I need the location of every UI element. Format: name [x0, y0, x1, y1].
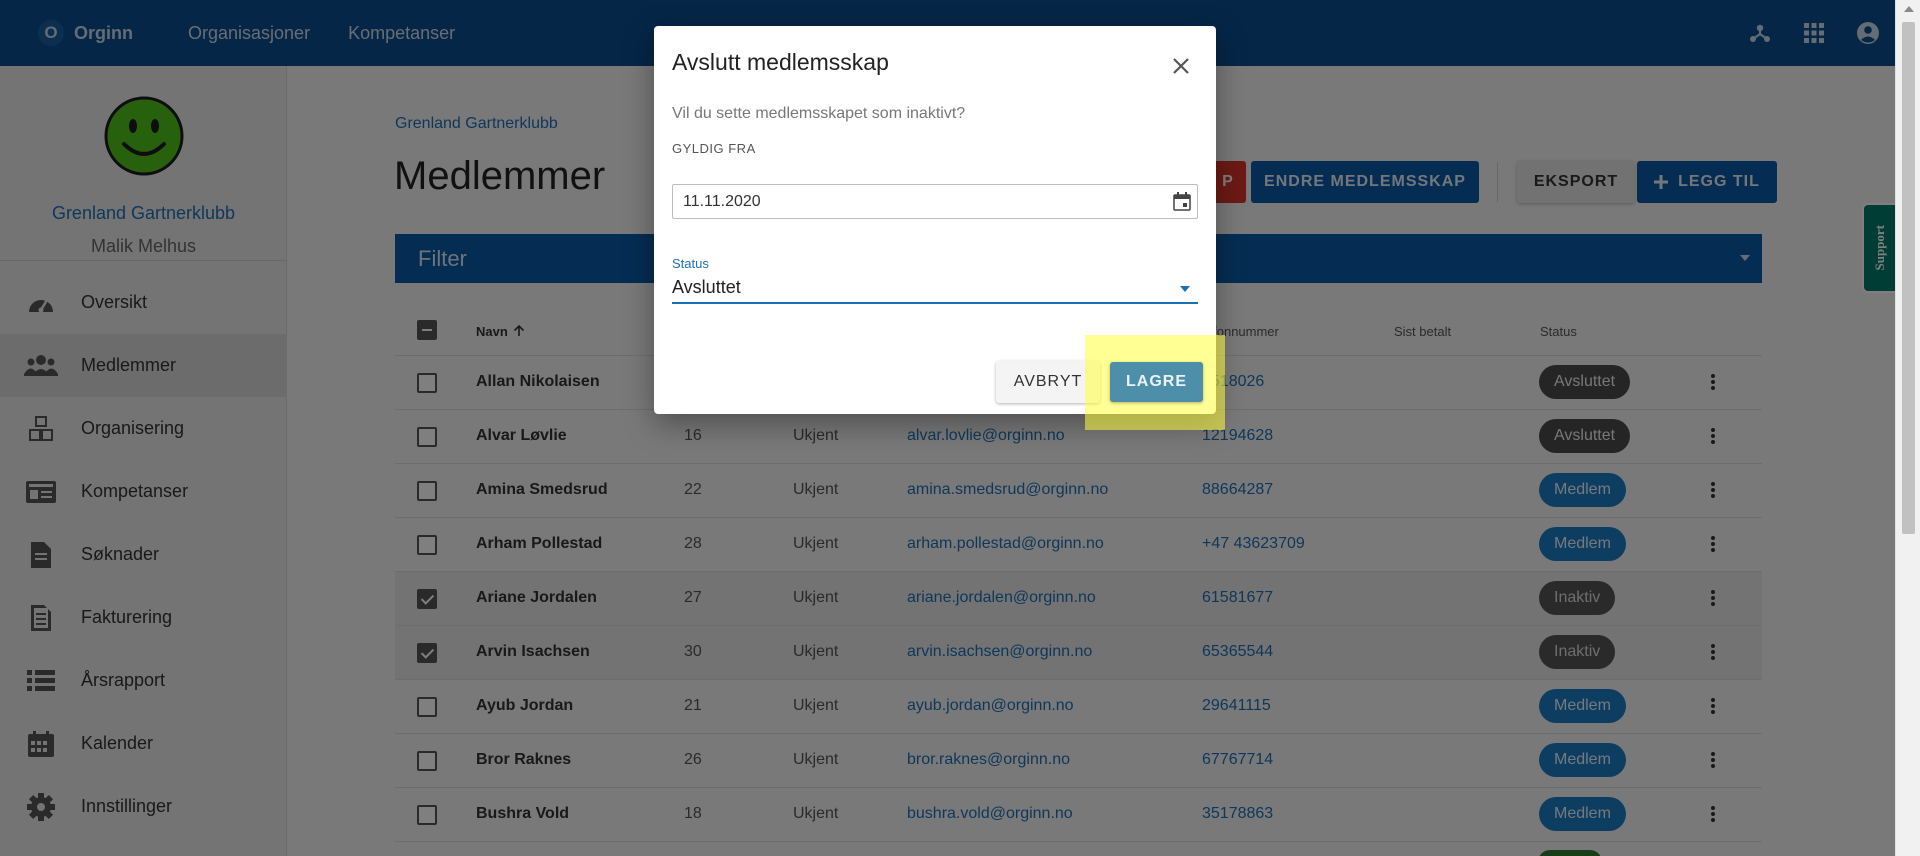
status-select[interactable]: Avsluttet [672, 274, 1198, 304]
date-field-label: GYLDIG FRA [672, 141, 756, 156]
status-select-value: Avsluttet [672, 277, 741, 297]
scrollbar-thumb[interactable] [1902, 22, 1915, 534]
dialog-title: Avslutt medlemsskap [672, 49, 889, 75]
scroll-up-arrow-icon[interactable] [1904, 6, 1914, 12]
chevron-down-icon [1180, 286, 1190, 292]
save-button[interactable]: LAGRE [1110, 362, 1203, 402]
page-scrollbar[interactable] [1895, 0, 1920, 856]
close-icon[interactable] [1166, 51, 1196, 81]
calendar-icon[interactable] [1173, 192, 1191, 211]
dialog-question: Vil du sette medlemsskapet som inaktivt? [672, 105, 966, 122]
status-field-label: Status [672, 256, 709, 271]
valid-from-date-input[interactable] [672, 184, 1198, 219]
